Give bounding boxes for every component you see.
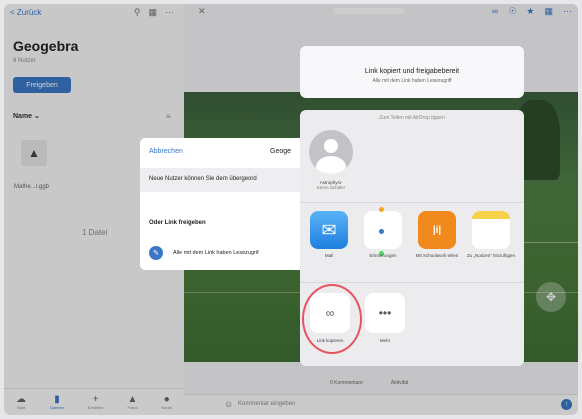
schoolwork-icon: |i| <box>418 211 456 249</box>
toast-subtitle: Alle mit dem Link haben Lesezugriff <box>372 78 452 84</box>
share-panel: Abbrechen Geoge Neue Nutzer können Sie d… <box>140 138 310 270</box>
toast-title: Link kopiert und freigabebereit <box>364 68 460 75</box>
reminders-icon <box>364 207 402 256</box>
link-option-label: Alle mit dem Link haben Lesezugrif <box>173 250 259 256</box>
app-label: Zu „Notizen" hinzufügen <box>466 253 516 258</box>
app-row: ✉ Mail Erinnerungen |i| Mit Schoolwork t… <box>300 202 524 283</box>
app-notes[interactable]: Zu „Notizen" hinzufügen <box>466 211 516 259</box>
avatar <box>309 130 353 174</box>
ipad-screen: < Zurück ⚲ ▦ ⋯ Geogebra 8 Nutzer Freigeb… <box>4 4 578 415</box>
invite-text: Neue Nutzer können Sie dem übergeord <box>149 176 257 182</box>
avatar-head <box>324 139 338 153</box>
airdrop-header: Zum Teilen mit AirDrop tippen <box>379 115 445 121</box>
highlight-circle <box>302 284 362 354</box>
share-sheet: Zum Teilen mit AirDrop tippen Astrophysi… <box>300 110 524 366</box>
pencil-icon: ✎ <box>149 246 163 260</box>
link-option[interactable]: ✎ Alle mit dem Link haben Lesezugrif <box>149 246 259 260</box>
share-panel-title: Geoge <box>270 148 292 155</box>
mail-icon: ✉ <box>310 211 348 249</box>
ellipsis-icon: ••• <box>365 293 405 333</box>
app-label: Mail <box>324 253 334 258</box>
airdrop-contact[interactable]: Astrophysi- Kerns Schüler <box>306 130 356 190</box>
contact-sub: Kerns Schüler <box>316 185 346 190</box>
app-mail[interactable]: ✉ Mail <box>304 211 354 259</box>
share-link-heading: Oder Link freigeben <box>149 220 206 226</box>
more-action[interactable]: ••• Mehr <box>360 293 410 343</box>
app-label: Mit Schoolwork teilen <box>415 253 459 258</box>
app-reminders[interactable]: Erinnerungen <box>358 207 408 259</box>
app-label: Erinnerungen <box>369 253 397 258</box>
invite-row: Neue Nutzer können Sie dem übergeord <box>140 168 310 192</box>
avatar-body <box>316 156 346 174</box>
cancel-button[interactable]: Abbrechen <box>149 148 183 155</box>
notes-icon <box>472 211 510 249</box>
link-copied-toast: Link kopiert und freigabebereit Alle mit… <box>300 46 524 98</box>
app-schoolwork[interactable]: |i| Mit Schoolwork teilen <box>412 211 462 259</box>
action-label: Mehr <box>379 338 391 343</box>
